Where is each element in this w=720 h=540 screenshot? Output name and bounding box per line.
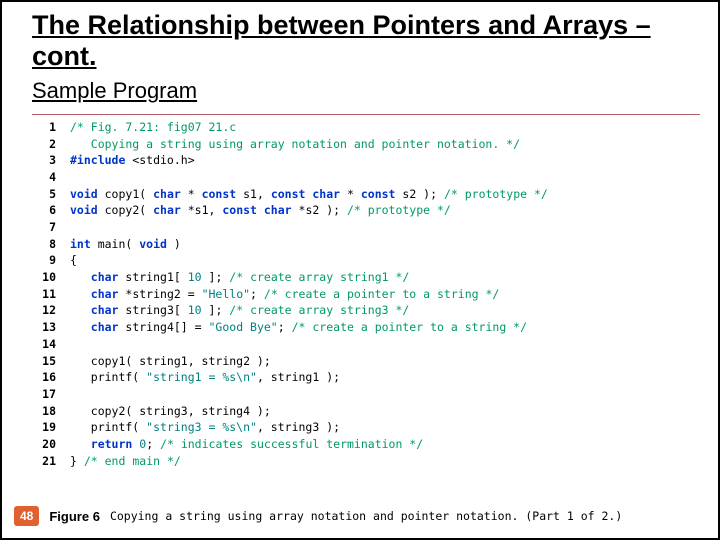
code-line: 5void copy1( char * const s1, const char…	[32, 186, 700, 203]
code-line: 18 copy2( string3, string4 );	[32, 403, 700, 420]
code-content	[70, 219, 77, 236]
slide-number-badge: 48	[14, 506, 39, 526]
code-content: char string4[] = "Good Bye"; /* create a…	[70, 319, 527, 336]
line-number: 10	[32, 269, 70, 286]
line-number: 16	[32, 369, 70, 386]
line-number: 1	[32, 119, 70, 136]
line-number: 4	[32, 169, 70, 186]
slide-title: The Relationship between Pointers and Ar…	[32, 10, 700, 72]
code-content: char *string2 = "Hello"; /* create a poi…	[70, 286, 499, 303]
line-number: 21	[32, 453, 70, 470]
code-line: 20 return 0; /* indicates successful ter…	[32, 436, 700, 453]
code-content: void copy1( char * const s1, const char …	[70, 186, 548, 203]
code-content	[70, 336, 77, 353]
code-line: 7	[32, 219, 700, 236]
code-content: char string1[ 10 ]; /* create array stri…	[70, 269, 409, 286]
code-content: Copying a string using array notation an…	[70, 136, 520, 153]
slide-subtitle: Sample Program	[32, 78, 700, 104]
line-number: 17	[32, 386, 70, 403]
footer: 48 Figure 6 Copying a string using array…	[14, 506, 622, 526]
code-content: printf( "string3 = %s\n", string3 );	[70, 419, 340, 436]
line-number: 11	[32, 286, 70, 303]
code-line: 1/* Fig. 7.21: fig07 21.c	[32, 119, 700, 136]
line-number: 6	[32, 202, 70, 219]
code-block: 1/* Fig. 7.21: fig07 21.c2 Copying a str…	[32, 114, 700, 469]
code-content	[70, 386, 77, 403]
code-line: 4	[32, 169, 700, 186]
code-line: 19 printf( "string3 = %s\n", string3 );	[32, 419, 700, 436]
code-line: 2 Copying a string using array notation …	[32, 136, 700, 153]
code-content: void copy2( char *s1, const char *s2 ); …	[70, 202, 451, 219]
line-number: 2	[32, 136, 70, 153]
code-content	[70, 169, 77, 186]
code-content: int main( void )	[70, 236, 181, 253]
code-line: 6void copy2( char *s1, const char *s2 );…	[32, 202, 700, 219]
figure-label: Figure 6	[49, 509, 100, 524]
line-number: 13	[32, 319, 70, 336]
line-number: 14	[32, 336, 70, 353]
code-content: printf( "string1 = %s\n", string1 );	[70, 369, 340, 386]
line-number: 3	[32, 152, 70, 169]
code-line: 10 char string1[ 10 ]; /* create array s…	[32, 269, 700, 286]
code-content: char string3[ 10 ]; /* create array stri…	[70, 302, 409, 319]
code-content: #include <stdio.h>	[70, 152, 195, 169]
line-number: 18	[32, 403, 70, 420]
code-line: 16 printf( "string1 = %s\n", string1 );	[32, 369, 700, 386]
code-line: 14	[32, 336, 700, 353]
code-content: copy2( string3, string4 );	[70, 403, 271, 420]
code-line: 12 char string3[ 10 ]; /* create array s…	[32, 302, 700, 319]
code-line: 17	[32, 386, 700, 403]
code-line: 9{	[32, 252, 700, 269]
code-line: 3#include <stdio.h>	[32, 152, 700, 169]
line-number: 20	[32, 436, 70, 453]
code-content: } /* end main */	[70, 453, 181, 470]
line-number: 8	[32, 236, 70, 253]
code-content: {	[70, 252, 77, 269]
line-number: 5	[32, 186, 70, 203]
code-line: 8int main( void )	[32, 236, 700, 253]
line-number: 12	[32, 302, 70, 319]
code-content: return 0; /* indicates successful termin…	[70, 436, 423, 453]
code-line: 15 copy1( string1, string2 );	[32, 353, 700, 370]
code-content: /* Fig. 7.21: fig07 21.c	[70, 119, 236, 136]
line-number: 15	[32, 353, 70, 370]
code-line: 21} /* end main */	[32, 453, 700, 470]
code-content: copy1( string1, string2 );	[70, 353, 271, 370]
line-number: 19	[32, 419, 70, 436]
code-line: 13 char string4[] = "Good Bye"; /* creat…	[32, 319, 700, 336]
line-number: 7	[32, 219, 70, 236]
figure-caption: Copying a string using array notation an…	[110, 509, 622, 523]
code-line: 11 char *string2 = "Hello"; /* create a …	[32, 286, 700, 303]
line-number: 9	[32, 252, 70, 269]
